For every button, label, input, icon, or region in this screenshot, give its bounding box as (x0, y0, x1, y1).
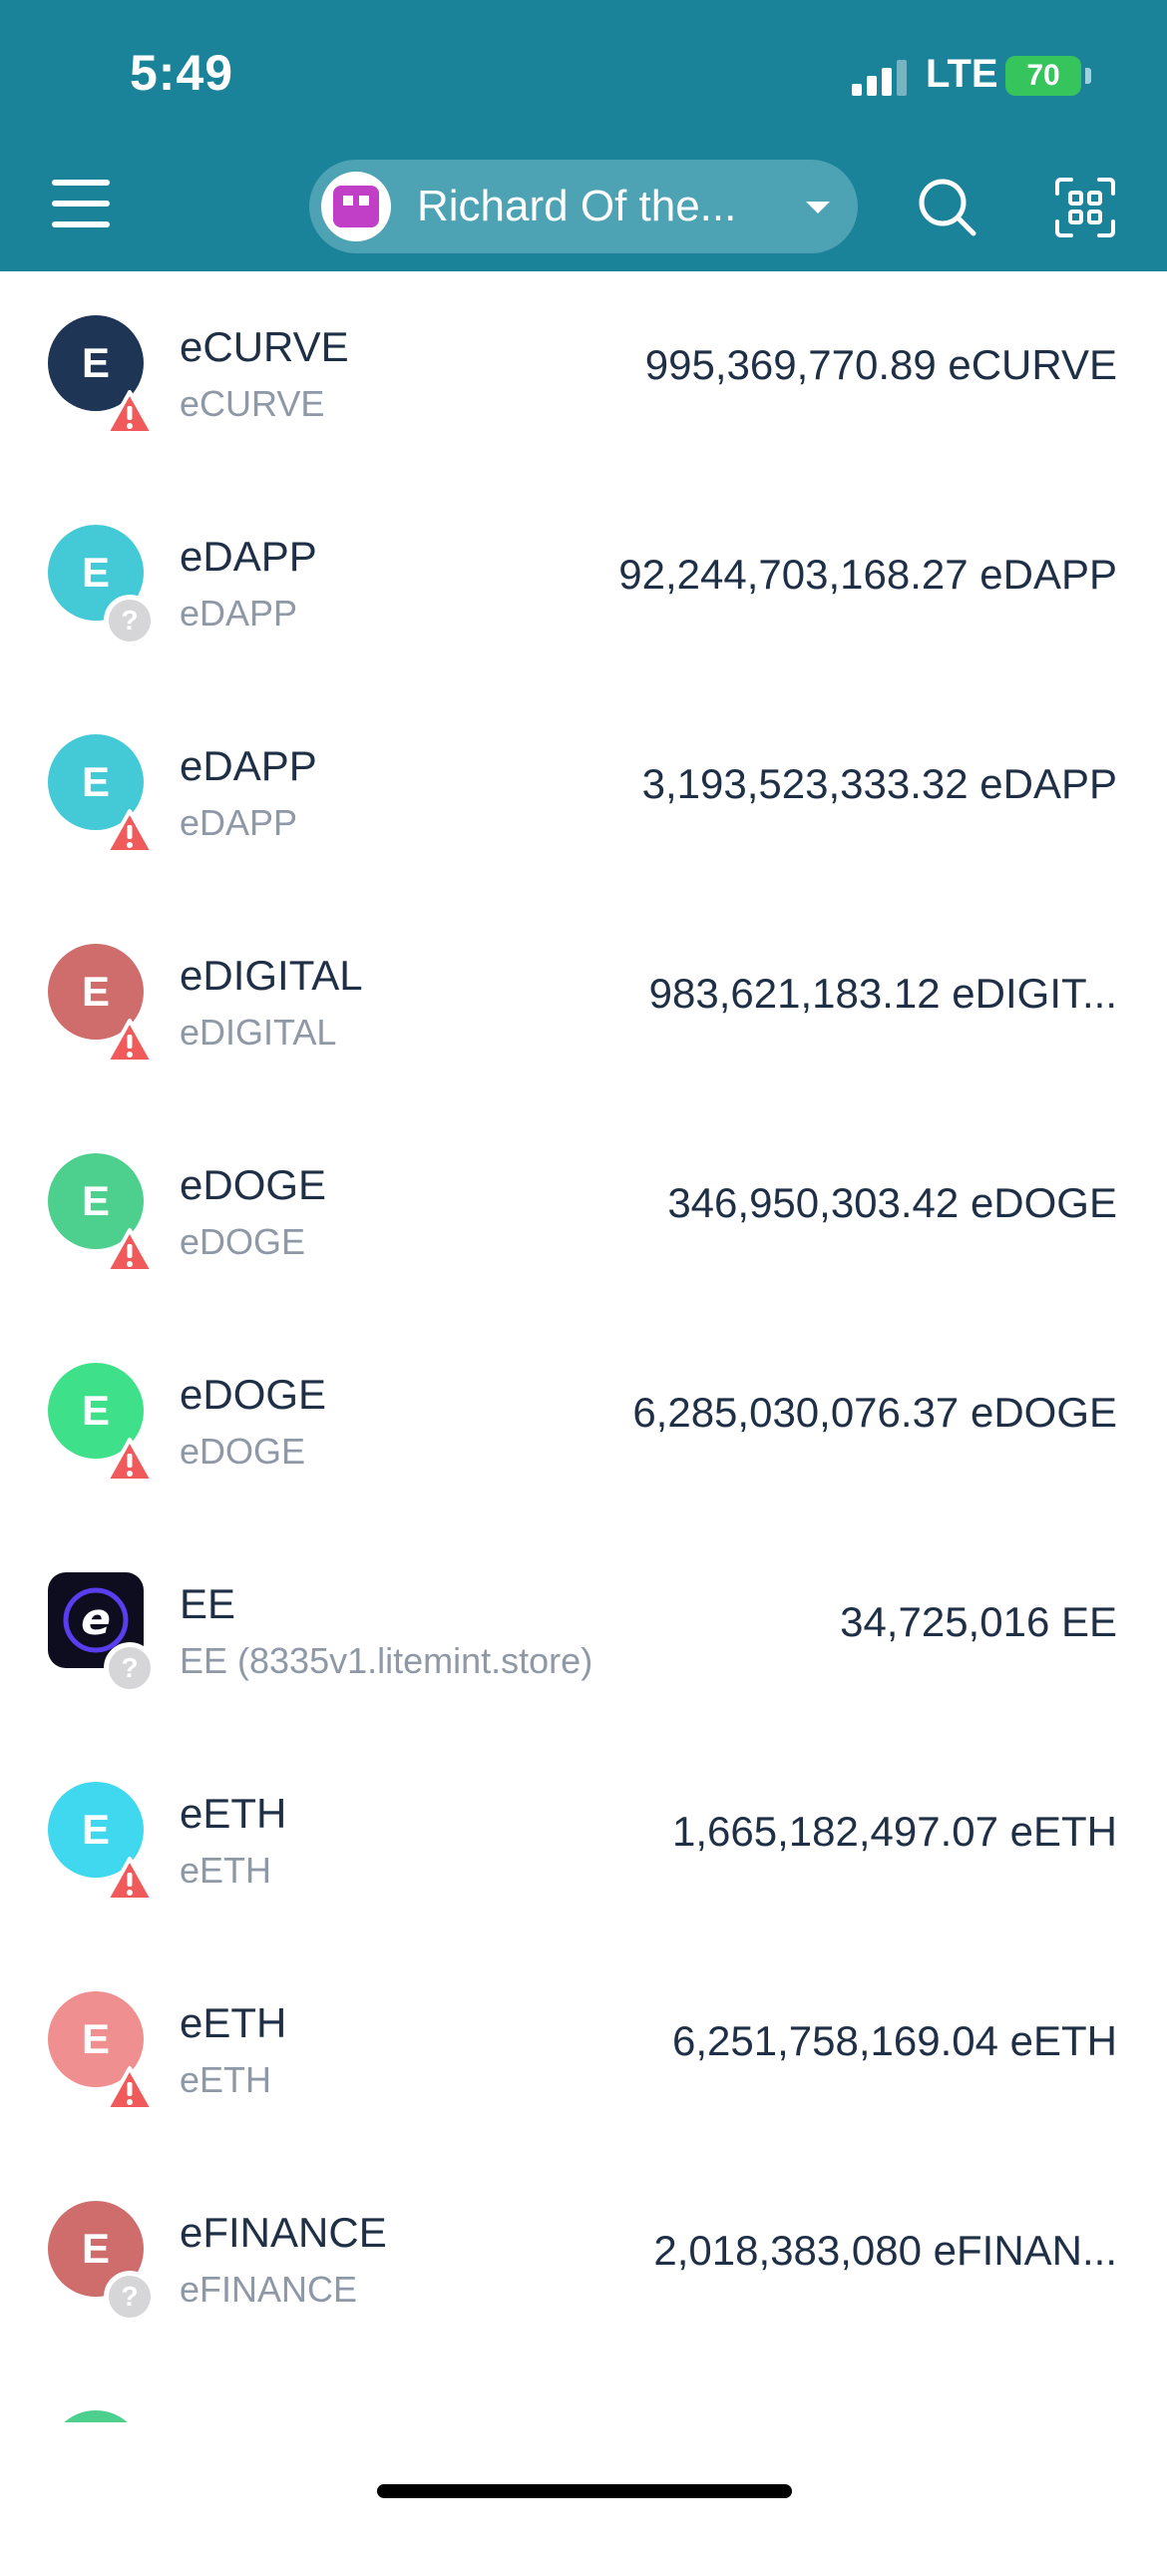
svg-text:e: e (81, 1594, 111, 1645)
token-issuer: eDAPP (180, 593, 298, 634)
token-name: eETH (180, 1790, 287, 1837)
warning-icon (104, 389, 156, 437)
unknown-token-icon: ? (104, 1642, 156, 1694)
token-balance: 92,244,703,168.27 eDAPP (618, 551, 1117, 598)
battery-icon: 70 (1005, 56, 1081, 96)
warning-icon (104, 1437, 156, 1485)
token-balance: 3,193,523,333.32 eDAPP (641, 760, 1117, 807)
unknown-token-icon: ? (104, 2271, 156, 2323)
search-icon[interactable] (916, 176, 979, 239)
token-row[interactable]: EeDAPP eDAPP 3,193,523,333.32 eDAPP (0, 690, 1167, 900)
warning-icon (104, 1856, 156, 1904)
token-balance: 995,369,770.89 eCURVE (644, 341, 1117, 388)
token-row[interactable]: e? EE EE (8335v1.litemint.store) 34,725,016… (0, 1528, 1167, 1738)
token-issuer: EE (8335v1.litemint.store) (180, 1640, 593, 1681)
network-type: LTE (926, 52, 998, 96)
token-issuer: eETH (180, 1850, 272, 1891)
token-issuer: eDOGE (180, 1221, 306, 1262)
hamburger-menu-icon[interactable] (52, 176, 114, 231)
qr-scan-icon[interactable] (1053, 176, 1117, 239)
token-balance: 2,018,383,080 eFINAN... (653, 2227, 1117, 2274)
token-issuer: eCURVE (180, 383, 325, 424)
token-issuer: eETH (180, 2059, 272, 2100)
account-name: Richard Of the... (417, 182, 737, 230)
avatar-invader-icon (333, 186, 379, 227)
status-time: 5:49 (130, 45, 234, 101)
warning-icon (104, 2065, 156, 2113)
token-issuer: eFINANCE (180, 2269, 358, 2310)
token-row[interactable]: EeETH eETH 1,665,182,497.07 eETH (0, 1738, 1167, 1947)
avatar (321, 172, 391, 241)
token-balance: 6,285,030,076.37 eDOGE (632, 1389, 1117, 1436)
scroll-cutoff (0, 2422, 1167, 2526)
token-row[interactable]: EeDOGE eDOGE 346,950,303.42 eDOGE (0, 1109, 1167, 1319)
token-name: eETH (180, 1999, 287, 2046)
token-row[interactable]: E? eFINANCE eFINANCE 2,018,383,080 eFINAN..… (0, 2157, 1167, 2366)
account-selector[interactable]: Richard Of the... (309, 160, 858, 253)
home-indicator[interactable] (377, 2484, 792, 2498)
warning-icon (104, 1227, 156, 1275)
token-name: eDOGE (180, 1371, 327, 1418)
unknown-token-icon: ? (104, 595, 156, 646)
token-issuer: eDOGE (180, 1431, 306, 1472)
token-balance: 34,725,016 EE (840, 1598, 1117, 1645)
token-row[interactable]: EeCURVE eCURVE 995,369,770.89 eCURVE (0, 271, 1167, 481)
token-issuer: eDIGITAL (180, 1012, 337, 1053)
token-row[interactable]: EeETH eETH 6,251,758,169.04 eETH (0, 1947, 1167, 2157)
token-balance: 983,621,183.12 eDIGIT... (648, 970, 1117, 1017)
cellular-signal-icon (852, 60, 908, 96)
warning-icon (104, 1018, 156, 1066)
token-name: eFINANCE (180, 2209, 387, 2256)
warning-icon (104, 808, 156, 856)
token-balance: 6,251,758,169.04 eETH (671, 2017, 1117, 2064)
token-name: eDAPP (180, 533, 317, 580)
token-name: EE (180, 1580, 236, 1627)
token-balance: 346,950,303.42 eDOGE (667, 1179, 1117, 1226)
battery-level: 70 (1026, 59, 1060, 92)
token-name: eCURVE (180, 323, 349, 370)
token-name: eDIGITAL (180, 952, 363, 999)
app-header: 5:49 LTE 70 Richard Of the... (0, 0, 1167, 271)
token-name: eDOGE (180, 1161, 327, 1208)
token-row[interactable]: EeDOGE eDOGE 6,285,030,076.37 eDOGE (0, 1319, 1167, 1528)
token-row[interactable]: EeDIGITAL eDIGITAL 983,621,183.12 eDIGIT..… (0, 900, 1167, 1109)
token-name: eDAPP (180, 742, 317, 789)
battery-cap (1085, 68, 1091, 84)
chevron-down-icon (806, 202, 830, 214)
token-balance: 1,665,182,497.07 eETH (671, 1808, 1117, 1855)
token-row[interactable]: E? eDAPP eDAPP 92,244,703,168.27 eDAPP (0, 481, 1167, 690)
token-issuer: eDAPP (180, 802, 298, 843)
